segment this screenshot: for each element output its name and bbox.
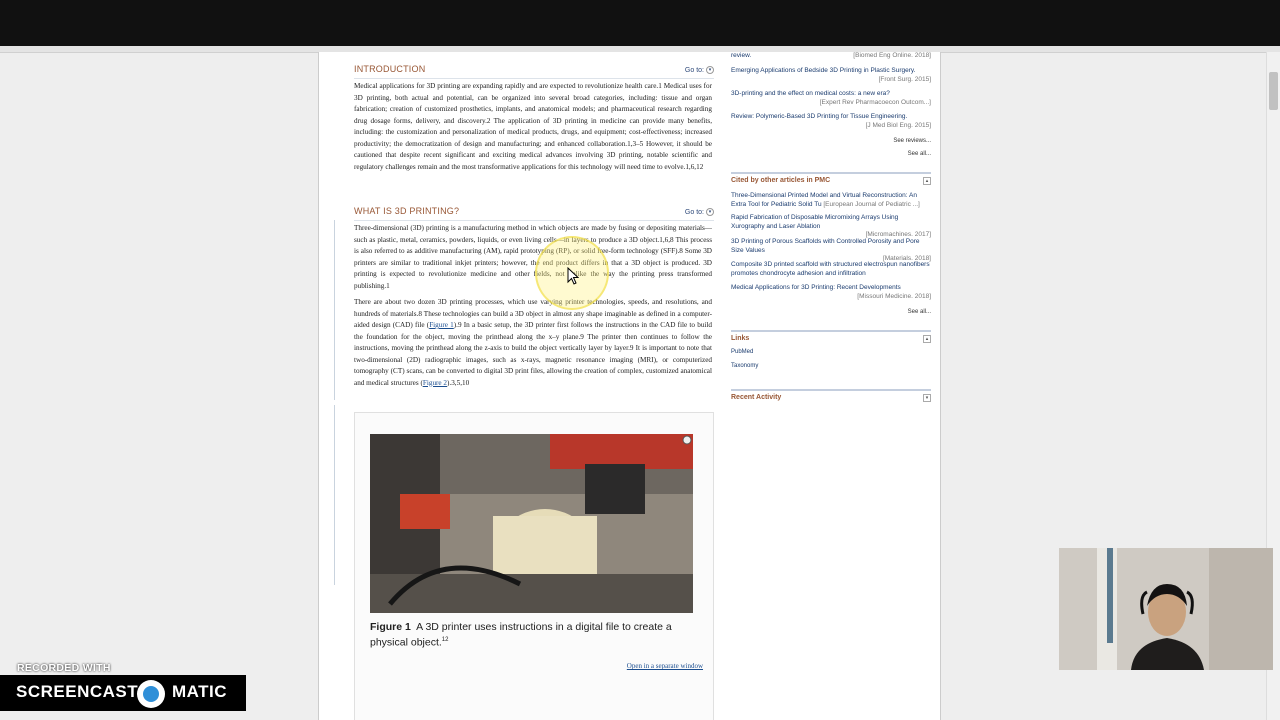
chevron-down-icon: ▾ (706, 208, 714, 216)
goto-link-introduction[interactable]: Go to: ▾ (685, 66, 714, 74)
link-taxonomy[interactable]: Taxonomy (731, 363, 758, 369)
cited-item[interactable]: Composite 3D printed scaffold with struc… (731, 261, 931, 278)
collapse-icon[interactable]: ▴ (923, 177, 931, 185)
expand-icon[interactable]: ▾ (923, 394, 931, 402)
intro-paragraph: Medical applications for 3D printing are… (354, 82, 712, 171)
open-separate-window-link[interactable]: Open in a separate window (627, 662, 703, 670)
chevron-down-icon: ▾ (706, 66, 714, 74)
collapse-icon[interactable]: ▴ (923, 335, 931, 343)
link-pubmed[interactable]: PubMed (731, 349, 753, 355)
see-all-link[interactable]: See all... (908, 151, 931, 157)
cited-by-title: Cited by other articles in PMC (731, 177, 831, 184)
review-item[interactable]: Emerging Applications of Bedside 3D Prin… (731, 67, 931, 84)
review-item[interactable]: Review: Polymeric-Based 3D Printing for … (731, 113, 931, 130)
cited-item[interactable]: Three-Dimensional Printed Model and Virt… (731, 192, 931, 209)
recorded-with-label: RECORDED WITH (17, 662, 111, 674)
see-all-link[interactable]: See all... (908, 309, 931, 315)
webcam-overlay (1059, 548, 1273, 670)
links-portlet: Links ▴ (731, 330, 931, 382)
what-paragraph-1: Three-dimensional (3D) printing is a man… (354, 224, 712, 290)
section-title-introduction: INTRODUCTION (354, 64, 426, 74)
recent-activity-portlet: Recent Activity ▾ (731, 389, 931, 411)
what-paragraph-2: There are about two dozen 3D printing pr… (354, 298, 713, 387)
cited-item[interactable]: Medical Applications for 3D Printing: Re… (731, 284, 931, 301)
links-title: Links (731, 335, 750, 342)
figure-1-link[interactable]: Figure 1 (429, 321, 454, 329)
record-icon (137, 680, 165, 708)
cited-item[interactable]: 3D Printing of Porous Scaffolds with Con… (731, 238, 931, 264)
screencast-watermark: SCREENCAST MATIC (0, 675, 246, 711)
section-header-what-is: WHAT IS 3D PRINTING? Go to: ▾ (354, 206, 714, 221)
figure-1-box: Figure 1 A 3D printer uses instructions … (354, 412, 714, 720)
watermark-brand-left: SCREENCAST (16, 682, 139, 701)
scrollbar-thumb[interactable] (1269, 72, 1278, 110)
review-item[interactable]: review. [Biomed Eng Online. 2018] (731, 52, 931, 61)
figure-1-image[interactable] (370, 434, 693, 613)
review-item[interactable]: 3D-printing and the effect on medical co… (731, 90, 931, 107)
goto-link-what-is[interactable]: Go to: ▾ (685, 208, 714, 216)
section-header-introduction: INTRODUCTION Go to: ▾ (354, 64, 714, 79)
recent-activity-title: Recent Activity (731, 394, 782, 401)
figure-1-caption: Figure 1 A 3D printer uses instructions … (370, 621, 672, 649)
figure-2-link[interactable]: Figure 2 (423, 379, 447, 387)
cited-item[interactable]: Rapid Fabrication of Disposable Micromix… (731, 214, 931, 240)
article-page: INTRODUCTION Go to: ▾ Medical application… (318, 52, 941, 720)
watermark-brand-right: MATIC (172, 682, 228, 701)
mouse-cursor-icon (567, 267, 579, 285)
browser-top-bar (0, 0, 1280, 46)
see-reviews-link[interactable]: See reviews... (893, 138, 931, 144)
section-title-what-is: WHAT IS 3D PRINTING? (354, 206, 460, 216)
